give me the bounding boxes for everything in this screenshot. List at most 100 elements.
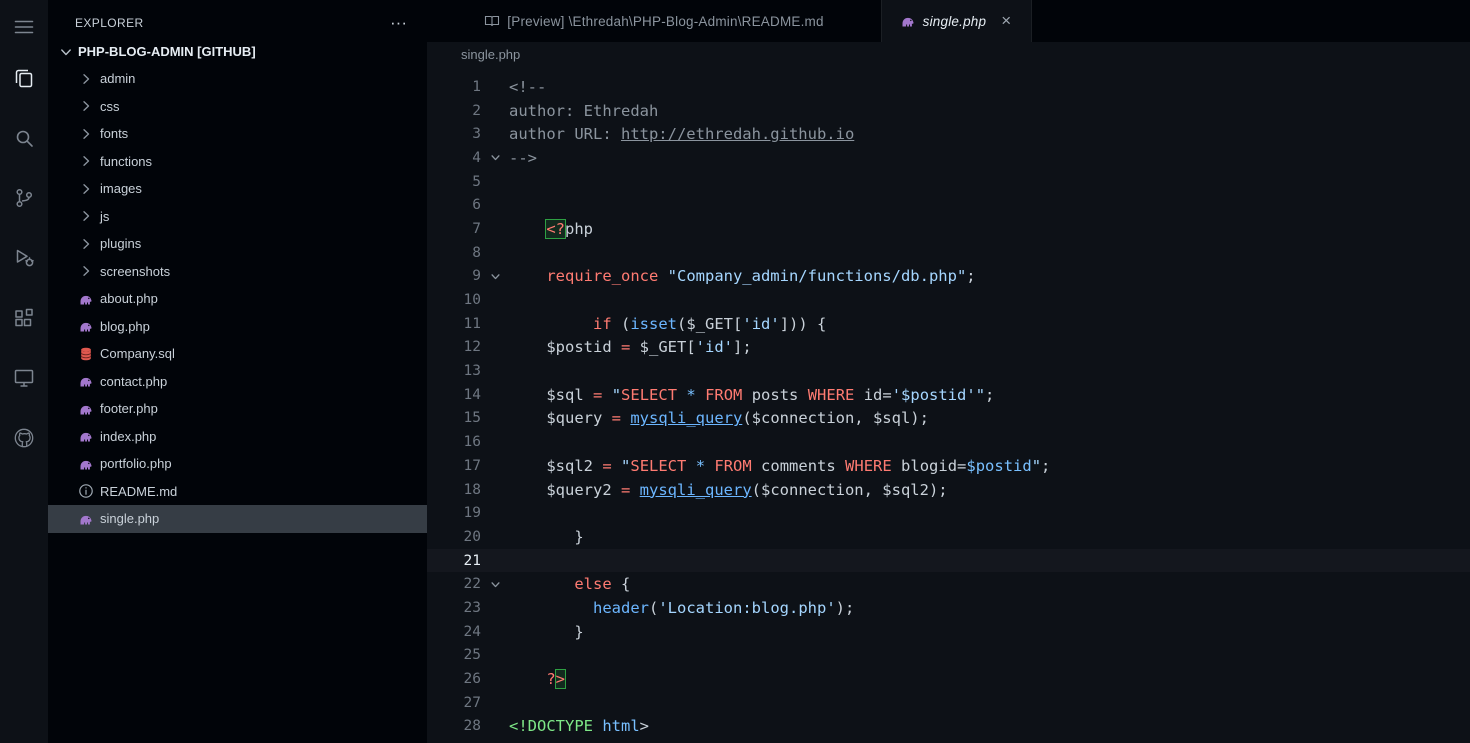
remote-explorer-icon[interactable] bbox=[12, 366, 36, 390]
tree-item-fonts[interactable]: fonts bbox=[48, 120, 427, 148]
line-number: 24 bbox=[463, 623, 481, 640]
php-file-icon bbox=[78, 373, 96, 389]
markdown-preview-icon bbox=[484, 13, 500, 29]
php-file-icon bbox=[78, 428, 96, 444]
code-line-text: $query2 = mysqli_query($connection, $sql… bbox=[546, 480, 948, 499]
php-file-icon bbox=[78, 318, 96, 334]
explorer-more-actions-icon[interactable]: ··· bbox=[390, 14, 407, 31]
line-number: 20 bbox=[463, 528, 481, 545]
tree-item-about.php[interactable]: about.php bbox=[48, 285, 427, 313]
line-number: 18 bbox=[463, 481, 481, 498]
tab-bar: [Preview] \Ethredah\PHP-Blog-Admin\READM… bbox=[427, 0, 1470, 42]
line-number: 22 bbox=[463, 576, 481, 593]
code-line-text: require_once "Company_admin/functions/db… bbox=[546, 267, 976, 286]
code-line-text: } bbox=[509, 622, 584, 641]
run-debug-icon[interactable] bbox=[12, 246, 36, 270]
line-number: 4 bbox=[472, 149, 481, 166]
tree-item-label: index.php bbox=[100, 428, 157, 444]
tree-item-js[interactable]: js bbox=[48, 203, 427, 231]
line-number: 3 bbox=[472, 126, 481, 143]
code-line-2: 2 author: Ethredah bbox=[427, 99, 1470, 123]
extensions-icon[interactable] bbox=[12, 306, 36, 330]
code-line-text: <!-- bbox=[509, 77, 547, 96]
tree-item-label: css bbox=[100, 98, 120, 114]
tree-item-company.sql[interactable]: Company.sql bbox=[48, 340, 427, 368]
php-file-icon bbox=[78, 456, 96, 472]
fold-chevron-icon[interactable] bbox=[481, 151, 509, 164]
breadcrumb-label: single.php bbox=[461, 46, 521, 62]
breadcrumb[interactable]: single.php bbox=[427, 42, 1470, 66]
tree-item-screenshots[interactable]: screenshots bbox=[48, 258, 427, 286]
code-line-8: 8 bbox=[427, 241, 1470, 265]
tree-item-admin[interactable]: admin bbox=[48, 65, 427, 93]
tree-item-plugins[interactable]: plugins bbox=[48, 230, 427, 258]
tree-item-label: functions bbox=[100, 153, 153, 169]
code-line-16: 16 bbox=[427, 430, 1470, 454]
fold-chevron-icon[interactable] bbox=[481, 578, 509, 591]
fold-chevron-icon[interactable] bbox=[481, 270, 509, 283]
project-root-label: PHP-BLOG-ADMIN [GITHUB] bbox=[78, 44, 256, 59]
menu-icon[interactable] bbox=[12, 15, 36, 39]
php-file-icon bbox=[78, 291, 96, 307]
tree-item-label: about.php bbox=[100, 291, 158, 307]
code-line-7: 7 <?php bbox=[427, 217, 1470, 241]
code-line-17: 17 $sql2 = "SELECT * FROM comments WHERE… bbox=[427, 454, 1470, 478]
explorer-header: EXPLORER ··· bbox=[48, 0, 427, 38]
line-number: 23 bbox=[463, 599, 481, 616]
tree-item-readme.md[interactable]: README.md bbox=[48, 478, 427, 506]
tree-item-blog.php[interactable]: blog.php bbox=[48, 313, 427, 341]
line-number: 15 bbox=[463, 410, 481, 427]
code-line-18: 18 $query2 = mysqli_query($connection, $… bbox=[427, 478, 1470, 502]
tree-item-label: screenshots bbox=[100, 263, 171, 279]
close-tab-icon[interactable]: × bbox=[999, 12, 1013, 29]
line-number: 25 bbox=[463, 647, 481, 664]
code-line-21: 21 bbox=[427, 548, 1470, 573]
code-line-9: 9 require_once "Company_admin/functions/… bbox=[427, 265, 1470, 289]
code-line-text: if (isset($_GET['id'])) { bbox=[593, 314, 827, 333]
tab--preview-ethredah-php-blog-admin-readme.md[interactable]: [Preview] \Ethredah\PHP-Blog-Admin\READM… bbox=[427, 0, 882, 42]
code-line-text: ?> bbox=[546, 669, 567, 690]
info-file-icon bbox=[78, 483, 96, 499]
explorer-files-icon[interactable] bbox=[12, 66, 36, 90]
code-line-text: } bbox=[509, 527, 584, 546]
code-line-13: 13 bbox=[427, 359, 1470, 383]
code-line-1: 1 <!-- bbox=[427, 75, 1470, 99]
tree-item-footer.php[interactable]: footer.php bbox=[48, 395, 427, 423]
file-tree: admin css fonts functions images js plugins scr… bbox=[48, 65, 427, 533]
vscode-window: EXPLORER ··· PHP-BLOG-ADMIN [GITHUB] adm… bbox=[0, 0, 1470, 743]
code-line-28: 28 <!DOCTYPE html> bbox=[427, 715, 1470, 739]
line-number: 6 bbox=[472, 197, 481, 214]
project-root-item[interactable]: PHP-BLOG-ADMIN [GITHUB] bbox=[48, 38, 427, 65]
github-icon[interactable] bbox=[12, 426, 36, 450]
code-area[interactable]: 1 <!-- 2 author: Ethredah 3 author URL: http:… bbox=[427, 66, 1470, 743]
tree-item-css[interactable]: css bbox=[48, 93, 427, 121]
code-line-5: 5 bbox=[427, 170, 1470, 194]
tree-item-index.php[interactable]: index.php bbox=[48, 423, 427, 451]
tab-title: single.php bbox=[922, 13, 987, 29]
line-number: 5 bbox=[472, 173, 481, 190]
search-icon[interactable] bbox=[12, 126, 36, 150]
chevron-right-icon bbox=[78, 208, 96, 224]
code-line-text: --> bbox=[509, 148, 537, 167]
code-line-26: 26 ?> bbox=[427, 667, 1470, 691]
line-number: 16 bbox=[463, 434, 481, 451]
line-number: 14 bbox=[463, 386, 481, 403]
chevron-right-icon bbox=[78, 126, 96, 142]
code-line-text: header('Location:blog.php'); bbox=[593, 598, 855, 617]
database-file-icon bbox=[78, 346, 96, 362]
tree-item-single.php[interactable]: single.php bbox=[48, 505, 427, 533]
code-line-text: author: Ethredah bbox=[509, 101, 659, 120]
code-line-27: 27 bbox=[427, 691, 1470, 715]
tree-item-contact.php[interactable]: contact.php bbox=[48, 368, 427, 396]
tree-item-images[interactable]: images bbox=[48, 175, 427, 203]
source-control-icon[interactable] bbox=[12, 186, 36, 210]
tree-item-functions[interactable]: functions bbox=[48, 148, 427, 176]
activity-bar bbox=[0, 0, 48, 743]
tab-single.php[interactable]: single.php × bbox=[882, 0, 1032, 42]
chevron-down-icon bbox=[58, 44, 76, 60]
chevron-right-icon bbox=[78, 153, 96, 169]
code-line-14: 14 $sql = "SELECT * FROM posts WHERE id=… bbox=[427, 383, 1470, 407]
tree-item-portfolio.php[interactable]: portfolio.php bbox=[48, 450, 427, 478]
code-line-22: 22 else { bbox=[427, 572, 1470, 596]
tree-item-label: blog.php bbox=[100, 318, 150, 334]
